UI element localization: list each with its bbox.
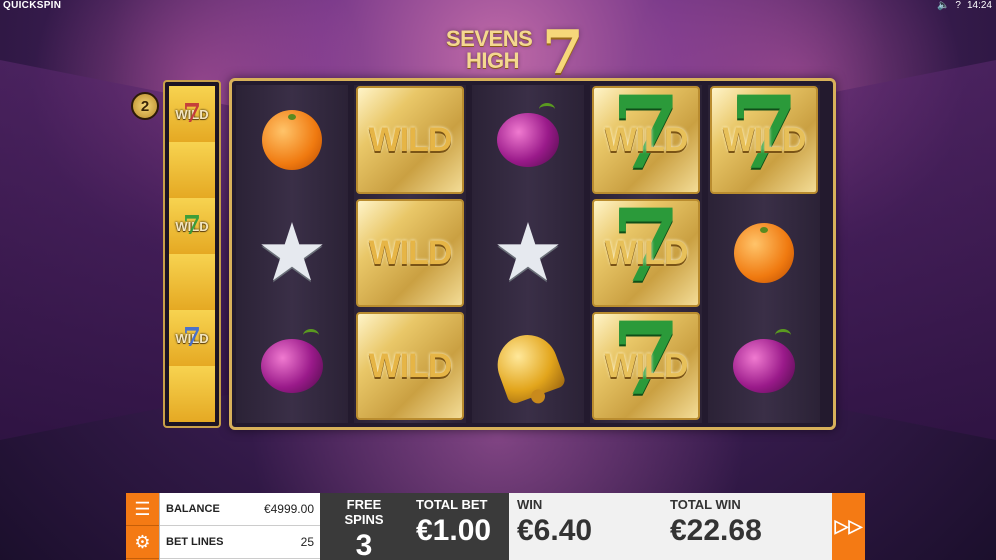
system-status: 🔈 ? 14:24	[937, 0, 992, 11]
speaker-icon[interactable]: 🔈	[937, 0, 949, 11]
multiplier-badge: 2	[131, 92, 159, 120]
betlines-row: BET LINES 25	[160, 526, 320, 559]
balance-value: €4999.00	[263, 502, 314, 516]
star-icon: ★	[256, 208, 328, 297]
reels-frame: ★ WILD WILD WILD ★ 7 WILD 7 WILD 7 WILD 7 WILD	[229, 74, 836, 430]
reel-cell: WILD	[354, 311, 466, 421]
total-win-box: TOTAL WIN €22.68	[662, 493, 832, 560]
reel-5: 7 WILD	[708, 74, 820, 423]
fast-forward-icon[interactable]: ▷▷	[832, 493, 865, 560]
reel-cell: 7 WILD	[590, 187, 702, 308]
win-label: WIN	[517, 497, 543, 512]
wild-label: WILD	[604, 233, 689, 272]
wild-symbol: WILD	[356, 312, 464, 420]
reel-3: ★	[472, 85, 584, 423]
side-reel-spacer	[169, 366, 215, 422]
total-win-value: €22.68	[670, 514, 762, 547]
reel-cell: ★	[472, 198, 584, 308]
reel-cell: 7 WILD	[708, 74, 820, 195]
reel-cell: WILD	[354, 85, 466, 195]
logo-line2: HIGH	[466, 48, 520, 73]
help-button[interactable]: ?	[955, 0, 961, 11]
total-bet-box: TOTAL BET €1.00	[408, 493, 509, 560]
wild-label: WILD	[368, 120, 453, 159]
game-logo: SEVENS HIGH 7	[446, 18, 606, 88]
reel-4: 7 WILD 7 WILD 7 WILD	[590, 74, 702, 423]
reel-cell: 7 WILD	[590, 74, 702, 195]
total-bet-value: €1.00	[416, 514, 492, 547]
orange-icon	[734, 223, 794, 283]
reel-cell: WILD	[354, 198, 466, 308]
total-win-label: TOTAL WIN	[670, 497, 741, 512]
win-box: WIN €6.40	[509, 493, 662, 560]
wild-seven-symbol: 7 WILD	[592, 74, 700, 194]
side-reel-cell: 7 WILD	[169, 310, 215, 366]
hud-info-panel: BALANCE €4999.00 BET LINES 25	[159, 493, 320, 560]
free-spins-label: FREE SPINS	[344, 497, 384, 527]
hud-bar: ☰ ⚙ BALANCE €4999.00 BET LINES 25 FREE S…	[126, 493, 865, 560]
free-spins-value: 3	[355, 529, 373, 560]
win-value: €6.40	[517, 514, 593, 547]
plum-icon	[261, 329, 323, 393]
wild-label: WILD	[368, 346, 453, 385]
balance-row: BALANCE €4999.00	[160, 493, 320, 526]
gear-icon[interactable]: ⚙	[126, 526, 159, 559]
reel-cell	[708, 198, 820, 308]
wild-label: WILD	[604, 120, 689, 159]
betlines-label: BET LINES	[166, 536, 224, 548]
reel-cell	[472, 85, 584, 195]
hud-menu: ☰ ⚙	[126, 493, 159, 560]
wild-symbol: WILD	[356, 86, 464, 194]
clock: 14:24	[966, 0, 992, 11]
side-reel-spacer	[169, 254, 215, 310]
top-bar: QUICKSPIN 🔈 ? 14:24	[0, 0, 996, 14]
brand-label: QUICKSPIN	[3, 0, 62, 11]
betlines-value: 25	[300, 535, 314, 549]
free-spins-box: FREE SPINS 3	[320, 493, 408, 560]
seven-icon: 7	[182, 323, 202, 353]
reel-cell	[708, 311, 820, 421]
side-reel-cell: 7 WILD	[169, 198, 215, 254]
balance-label: BALANCE	[166, 503, 220, 515]
side-reel-spacer	[169, 142, 215, 198]
reel-cell: ★	[236, 198, 348, 308]
bell-icon	[489, 326, 567, 406]
wild-symbol: WILD	[356, 199, 464, 307]
reel-2: WILD WILD WILD	[354, 85, 466, 423]
seven-icon: 7	[182, 99, 202, 129]
total-bet-label: TOTAL BET	[416, 497, 488, 512]
wild-label: WILD	[368, 233, 453, 272]
side-reel-cell: 7 WILD	[169, 86, 215, 142]
wild-seven-symbol: 7 WILD	[592, 187, 700, 307]
side-reel: 7 WILD 7 WILD 7 WILD	[163, 80, 221, 428]
reel-cell	[236, 311, 348, 421]
wild-seven-symbol: 7 WILD	[592, 300, 700, 420]
plum-icon	[733, 329, 795, 393]
reel-cell	[472, 311, 584, 421]
orange-icon	[262, 110, 322, 170]
reel-cell	[236, 85, 348, 195]
star-icon: ★	[492, 208, 564, 297]
plum-icon	[497, 103, 559, 167]
hamburger-icon[interactable]: ☰	[126, 493, 159, 526]
wild-label: WILD	[604, 346, 689, 385]
reel-1: ★	[236, 85, 348, 423]
wild-label: WILD	[722, 120, 807, 159]
reel-cell: 7 WILD	[590, 300, 702, 421]
wild-seven-symbol: 7 WILD	[710, 74, 818, 194]
seven-icon: 7	[182, 211, 202, 241]
